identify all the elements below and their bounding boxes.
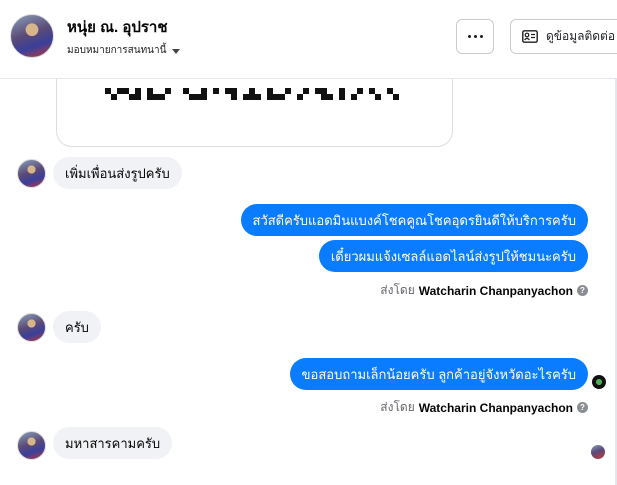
- view-contact-info-button[interactable]: ดูข้อมูลติดต่อ: [510, 19, 617, 54]
- sender-name[interactable]: Watcharin Chanpanyachon: [419, 401, 573, 415]
- more-options-button[interactable]: [456, 19, 494, 54]
- incoming-message-bubble[interactable]: เพิ่มเพื่อนส่งรูปครับ: [53, 157, 182, 189]
- incoming-message-bubble[interactable]: ครับ: [53, 311, 101, 343]
- sender-name[interactable]: Watcharin Chanpanyachon: [419, 284, 573, 298]
- seen-by-avatar: [591, 445, 605, 459]
- conversation-header: หนุ่ย ณ. อุปราช มอบหมายการสนทนานี้ ดูข้อ…: [0, 0, 617, 79]
- sent-by-prefix: ส่งโดย: [380, 400, 415, 414]
- contact-name[interactable]: หนุ่ย ณ. อุปราช: [67, 15, 168, 39]
- outgoing-message-bubble[interactable]: สวัสดีครับแอดมินแบงค์โชคคูณโชคอุดรยินดีใ…: [240, 204, 588, 236]
- qr-code-image: [105, 88, 399, 100]
- contact-avatar-small[interactable]: [17, 159, 46, 188]
- help-icon[interactable]: ?: [577, 402, 588, 413]
- outgoing-message-bubble[interactable]: ขอสอบถามเล็กน้อยครับ ลูกค้าอยู่จังหวัดอะ…: [289, 358, 588, 390]
- sent-by-label: ส่งโดย Watcharin Chanpanyachon ?: [380, 281, 588, 300]
- view-contact-info-label: ดูข้อมูลติดต่อ: [546, 29, 616, 43]
- outgoing-message-bubble[interactable]: เดี๋ยวผมแจ้งเซลล์แอดไลน์ส่งรูปให้ชมนะครั…: [318, 240, 588, 272]
- more-dots-icon: [467, 35, 483, 38]
- contact-avatar-small[interactable]: [17, 313, 46, 342]
- assign-conversation-label: มอบหมายการสนทนานี้: [67, 45, 167, 56]
- sent-by-prefix: ส่งโดย: [380, 283, 415, 297]
- contact-card-icon: [522, 30, 538, 43]
- contact-avatar[interactable]: [10, 14, 54, 58]
- help-icon[interactable]: ?: [577, 285, 588, 296]
- read-receipt-icon: [592, 375, 606, 389]
- sent-by-label: ส่งโดย Watcharin Chanpanyachon ?: [380, 398, 588, 417]
- caret-down-icon: [172, 48, 181, 54]
- contact-avatar-small[interactable]: [17, 431, 46, 460]
- incoming-message-bubble[interactable]: มหาสารคามครับ: [53, 427, 173, 459]
- assign-conversation-dropdown[interactable]: มอบหมายการสนทนานี้: [67, 43, 181, 58]
